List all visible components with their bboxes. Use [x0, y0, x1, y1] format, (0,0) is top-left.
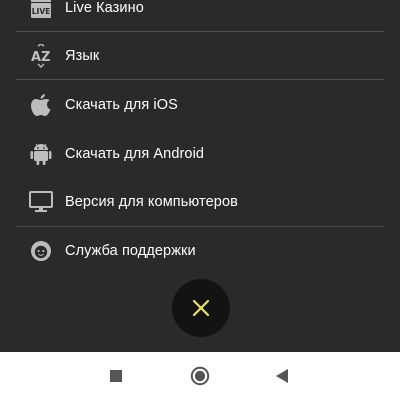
menu-item-download-android[interactable]: Скачать для Android: [0, 130, 400, 178]
close-button[interactable]: [172, 279, 230, 337]
system-navigation-bar: [0, 352, 400, 400]
menu-item-label: Язык: [65, 48, 100, 64]
menu-item-label: Служба поддержки: [65, 243, 196, 259]
svg-text:Z: Z: [41, 50, 50, 65]
menu-item-language[interactable]: A Z Язык: [0, 32, 400, 80]
support-agent-icon: [28, 238, 54, 264]
svg-text:LIVE: LIVE: [32, 7, 51, 16]
apple-icon: [28, 92, 54, 118]
menu-item-label: Версия для компьютеров: [65, 194, 238, 210]
home-button[interactable]: [188, 364, 212, 388]
menu-item-label: Скачать для Android: [65, 146, 205, 162]
desktop-monitor-icon: [28, 189, 54, 215]
language-az-icon: A Z: [28, 43, 54, 69]
side-menu: LIVE Live Казино A Z Язык Скачать для iO…: [0, 0, 400, 352]
svg-text:A: A: [31, 50, 41, 65]
android-icon: [28, 141, 54, 167]
menu-item-download-ios[interactable]: Скачать для iOS: [0, 81, 400, 129]
menu-item-support[interactable]: Служба поддержки: [0, 227, 400, 275]
triangle-back-icon: [276, 369, 288, 383]
menu-item-desktop-version[interactable]: Версия для компьютеров: [0, 178, 400, 226]
close-icon: [192, 299, 210, 317]
menu-item-label: Live Казино: [65, 0, 144, 16]
square-icon: [110, 370, 122, 382]
menu-item-label: Скачать для iOS: [65, 97, 178, 113]
divider: [16, 79, 384, 80]
recent-apps-button[interactable]: [104, 364, 128, 388]
circle-icon: [190, 366, 210, 386]
menu-item-live-casino[interactable]: LIVE Live Казино: [0, 0, 400, 32]
live-casino-icon: LIVE: [28, 0, 54, 21]
back-button[interactable]: [270, 364, 294, 388]
